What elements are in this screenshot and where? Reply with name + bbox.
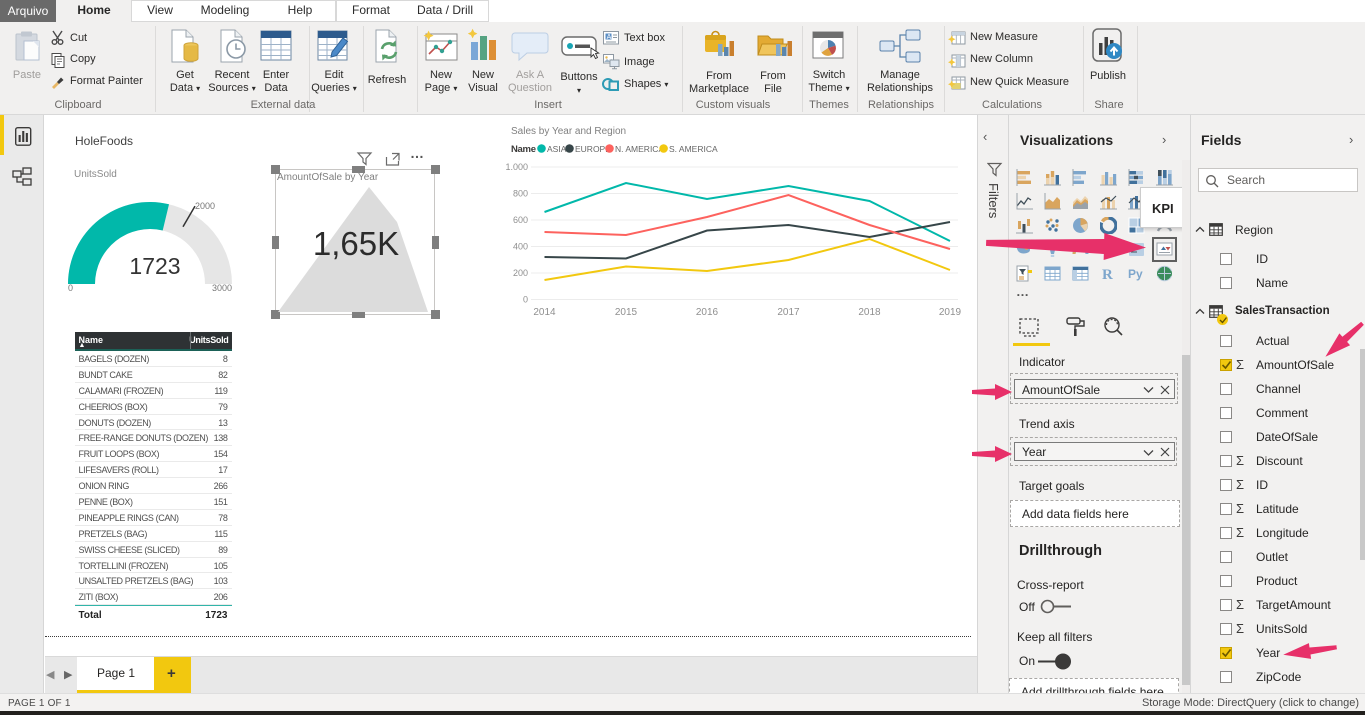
svg-text:800: 800 [513,189,528,199]
svg-text:S. AMERICA: S. AMERICA [669,144,718,154]
svg-text:2014: 2014 [533,307,556,318]
svg-text:0: 0 [523,295,528,305]
svg-text:600: 600 [513,215,528,225]
svg-text:A: A [607,34,612,41]
svg-text:Name: Name [511,144,536,155]
svg-text:2000: 2000 [195,201,215,211]
svg-text:3000: 3000 [212,283,232,293]
svg-text:200: 200 [513,268,528,278]
svg-text:Py: Py [1128,267,1143,281]
svg-text:1,65K: 1,65K [313,225,399,262]
svg-text:400: 400 [513,242,528,252]
svg-text:2019: 2019 [939,307,962,318]
svg-text:2016: 2016 [696,307,719,318]
svg-text:1723: 1723 [129,253,180,279]
svg-text:0: 0 [68,283,73,293]
svg-text:ASIA: ASIA [547,144,567,154]
svg-text:2017: 2017 [777,307,800,318]
svg-text:1.000: 1.000 [505,162,528,172]
svg-text:N. AMERICA: N. AMERICA [615,144,664,154]
svg-text:R: R [1102,267,1113,282]
svg-text:2015: 2015 [615,307,638,318]
svg-text:2018: 2018 [858,307,881,318]
